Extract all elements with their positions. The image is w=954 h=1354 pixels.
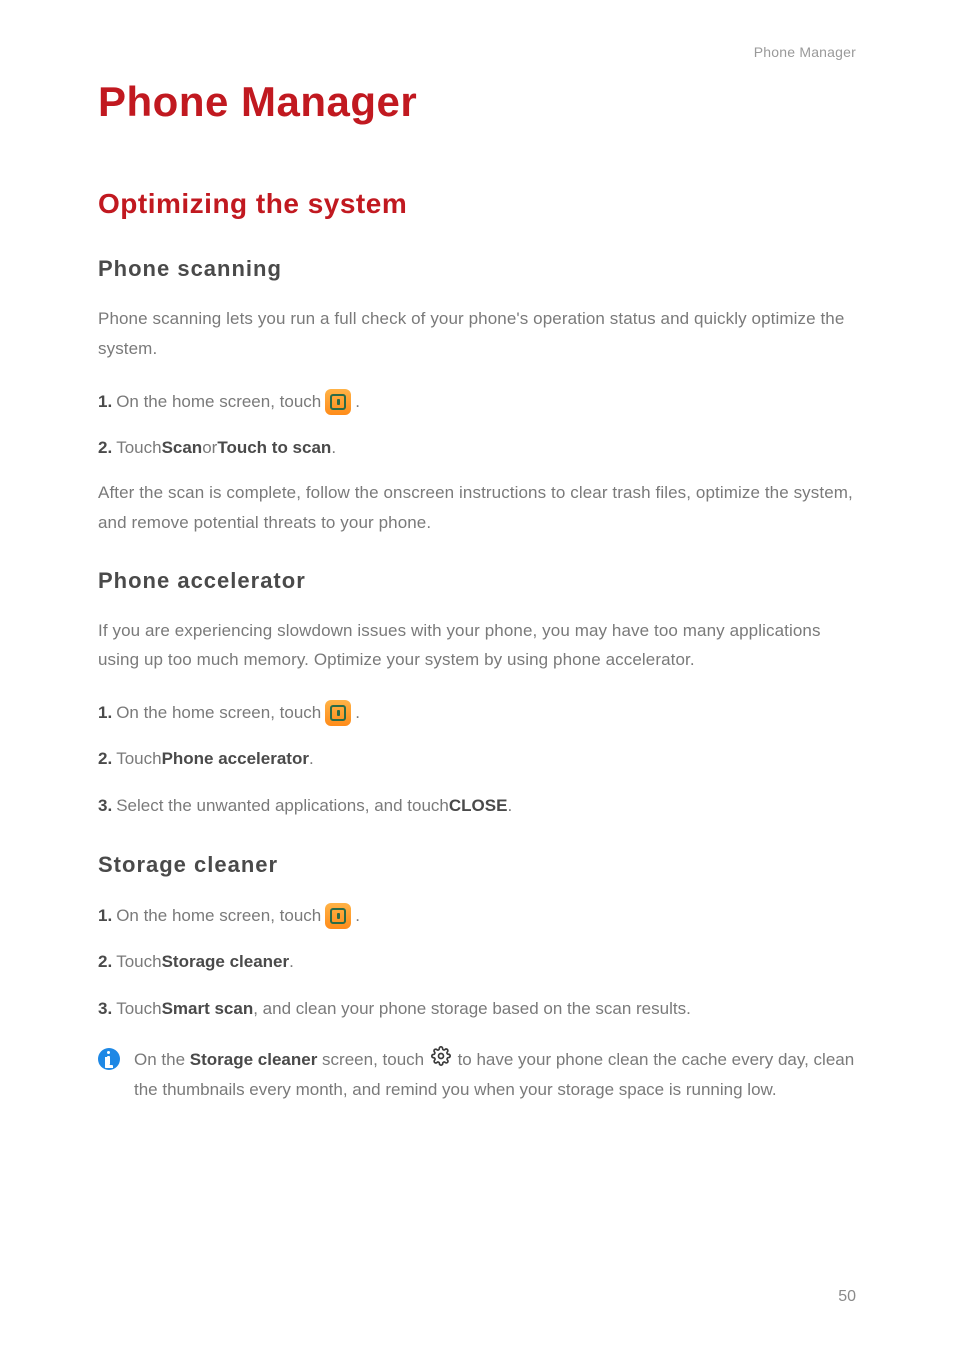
step-number: 2. xyxy=(98,946,112,978)
phone-scanning-after: After the scan is complete, follow the o… xyxy=(98,478,856,538)
step-text: Touch xyxy=(116,946,161,978)
step-text: On the home screen, touch xyxy=(116,697,321,729)
storage-cleaner-block: Storage cleaner 1. On the home screen, t… xyxy=(98,852,856,1105)
step-text: . xyxy=(289,946,294,978)
document-page: Phone Manager Phone Manager Optimizing t… xyxy=(0,0,954,1105)
info-icon xyxy=(98,1048,120,1070)
chapter-title: Phone Manager xyxy=(98,78,856,126)
step-number: 1. xyxy=(98,697,112,729)
page-number: 50 xyxy=(838,1288,856,1306)
info-text-part: screen, touch xyxy=(317,1050,429,1069)
phone-manager-app-icon xyxy=(325,700,351,726)
step-number: 3. xyxy=(98,790,112,822)
step-text: , and clean your phone storage based on … xyxy=(253,993,691,1025)
phone-accelerator-label: Phone accelerator xyxy=(162,743,309,775)
step-text: . xyxy=(309,743,314,775)
phone-scanning-block: Phone scanning Phone scanning lets you r… xyxy=(98,256,856,538)
storage-cleaner-heading: Storage cleaner xyxy=(98,852,856,878)
step-text: . xyxy=(331,432,336,464)
storage-cleaner-step-2: 2. Touch Storage cleaner . xyxy=(98,946,856,978)
step-text: On the home screen, touch xyxy=(116,386,321,418)
step-number: 2. xyxy=(98,743,112,775)
storage-cleaner-info: On the Storage cleaner screen, touch to … xyxy=(98,1045,856,1105)
phone-accelerator-step-1: 1. On the home screen, touch . xyxy=(98,697,856,729)
step-number: 1. xyxy=(98,386,112,418)
scan-label: Scan xyxy=(162,432,203,464)
step-text: Touch xyxy=(116,432,161,464)
settings-gear-icon xyxy=(431,1046,451,1076)
storage-cleaner-step-3: 3. Touch Smart scan , and clean your pho… xyxy=(98,993,856,1025)
step-text: Select the unwanted applications, and to… xyxy=(116,790,449,822)
info-text-part: On the xyxy=(134,1050,190,1069)
info-text: On the Storage cleaner screen, touch to … xyxy=(134,1045,856,1105)
phone-accelerator-heading: Phone accelerator xyxy=(98,568,856,594)
phone-accelerator-intro: If you are experiencing slowdown issues … xyxy=(98,616,856,676)
storage-cleaner-bold: Storage cleaner xyxy=(190,1050,318,1069)
smart-scan-label: Smart scan xyxy=(162,993,254,1025)
phone-accelerator-block: Phone accelerator If you are experiencin… xyxy=(98,568,856,822)
close-label: CLOSE xyxy=(449,790,508,822)
header-category: Phone Manager xyxy=(98,44,856,60)
step-suffix: . xyxy=(355,386,360,418)
section-title: Optimizing the system xyxy=(98,188,856,220)
phone-manager-app-icon xyxy=(325,389,351,415)
phone-scanning-intro: Phone scanning lets you run a full check… xyxy=(98,304,856,364)
phone-accelerator-step-3: 3. Select the unwanted applications, and… xyxy=(98,790,856,822)
phone-scanning-heading: Phone scanning xyxy=(98,256,856,282)
phone-scanning-step-2: 2. Touch Scan or Touch to scan . xyxy=(98,432,856,464)
step-number: 3. xyxy=(98,993,112,1025)
phone-manager-app-icon xyxy=(325,903,351,929)
step-suffix: . xyxy=(355,697,360,729)
step-number: 1. xyxy=(98,900,112,932)
step-text: On the home screen, touch xyxy=(116,900,321,932)
storage-cleaner-label: Storage cleaner xyxy=(162,946,290,978)
storage-cleaner-step-1: 1. On the home screen, touch . xyxy=(98,900,856,932)
step-text: Touch xyxy=(116,743,161,775)
step-suffix: . xyxy=(355,900,360,932)
step-text: . xyxy=(507,790,512,822)
step-text: or xyxy=(202,432,217,464)
phone-scanning-step-1: 1. On the home screen, touch . xyxy=(98,386,856,418)
touch-to-scan-label: Touch to scan xyxy=(217,432,331,464)
step-number: 2. xyxy=(98,432,112,464)
phone-accelerator-step-2: 2. Touch Phone accelerator . xyxy=(98,743,856,775)
step-text: Touch xyxy=(116,993,161,1025)
